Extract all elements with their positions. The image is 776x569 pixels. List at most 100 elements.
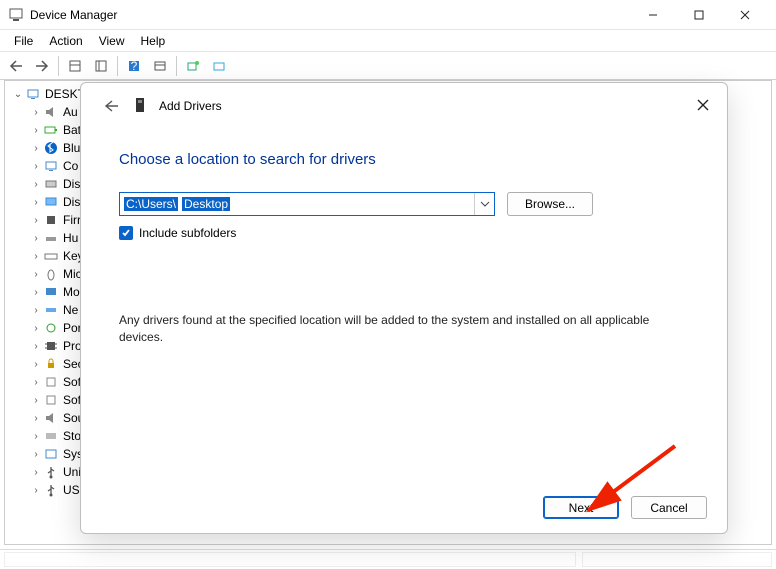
- titlebar: Device Manager: [0, 0, 776, 30]
- tree-item-label: Uni: [63, 465, 81, 479]
- mouse-icon: [43, 266, 59, 282]
- path-segment-b: Desktop: [182, 197, 230, 211]
- expand-icon[interactable]: ›: [29, 323, 43, 334]
- menu-help[interactable]: Help: [133, 32, 174, 50]
- include-subfolders-checkbox[interactable]: [119, 226, 133, 240]
- expand-icon[interactable]: ›: [29, 215, 43, 226]
- tree-item-label: Pro: [63, 339, 82, 353]
- expand-icon[interactable]: ›: [29, 233, 43, 244]
- expand-icon[interactable]: ›: [29, 467, 43, 478]
- computer-icon: [25, 86, 41, 102]
- bluetooth-icon: [43, 140, 59, 156]
- include-subfolders-label: Include subfolders: [139, 226, 236, 240]
- expand-icon[interactable]: ›: [29, 413, 43, 424]
- collapse-icon[interactable]: ⌄: [11, 89, 25, 100]
- disk-icon: [43, 176, 59, 192]
- network-icon: [43, 302, 59, 318]
- statusbar: [0, 549, 776, 569]
- window-title: Device Manager: [30, 8, 630, 22]
- chevron-down-icon[interactable]: [474, 193, 494, 215]
- tree-item-label: Bat: [63, 123, 81, 137]
- toolbar-btn-2[interactable]: [89, 54, 113, 78]
- tree-item-label: Por: [63, 321, 82, 335]
- tree-item-label: Sto: [63, 429, 81, 443]
- expand-icon[interactable]: ›: [29, 197, 43, 208]
- menubar: File Action View Help: [0, 30, 776, 52]
- help-button[interactable]: ?: [122, 54, 146, 78]
- display-icon: [43, 194, 59, 210]
- tree-item-label: Hu: [63, 231, 78, 245]
- driver-icon: [133, 96, 149, 116]
- svg-text:?: ?: [131, 59, 138, 73]
- expand-icon[interactable]: ›: [29, 251, 43, 262]
- software-icon: [43, 374, 59, 390]
- toolbar: ?: [0, 52, 776, 80]
- toolbar-btn-6[interactable]: [207, 54, 231, 78]
- tree-item-label: Mo: [63, 285, 80, 299]
- close-button[interactable]: [722, 0, 768, 30]
- tree-item-label: Au: [63, 105, 78, 119]
- expand-icon[interactable]: ›: [29, 287, 43, 298]
- dialog-close-button[interactable]: [691, 93, 715, 117]
- expand-icon[interactable]: ›: [29, 305, 43, 316]
- computer-icon: [43, 158, 59, 174]
- expand-icon[interactable]: ›: [29, 125, 43, 136]
- battery-icon: [43, 122, 59, 138]
- expand-icon[interactable]: ›: [29, 143, 43, 154]
- menu-action[interactable]: Action: [41, 32, 90, 50]
- add-drivers-dialog: Add Drivers Choose a location to search …: [80, 82, 728, 534]
- usb-icon: [43, 464, 59, 480]
- expand-icon[interactable]: ›: [29, 107, 43, 118]
- menu-view[interactable]: View: [91, 32, 133, 50]
- hid-icon: [43, 230, 59, 246]
- toolbar-btn-4[interactable]: [148, 54, 172, 78]
- scan-hardware-button[interactable]: [181, 54, 205, 78]
- path-segment-a: C:\Users\: [124, 197, 178, 211]
- expand-icon[interactable]: ›: [29, 395, 43, 406]
- forward-button[interactable]: [30, 54, 54, 78]
- expand-icon[interactable]: ›: [29, 485, 43, 496]
- tree-item-label: Ne: [63, 303, 78, 317]
- expand-icon[interactable]: ›: [29, 269, 43, 280]
- app-icon: [8, 7, 24, 23]
- firmware-icon: [43, 212, 59, 228]
- expand-icon[interactable]: ›: [29, 449, 43, 460]
- security-icon: [43, 356, 59, 372]
- cancel-button[interactable]: Cancel: [631, 496, 707, 519]
- dialog-title: Add Drivers: [159, 99, 222, 113]
- expand-icon[interactable]: ›: [29, 341, 43, 352]
- expand-icon[interactable]: ›: [29, 377, 43, 388]
- menu-file[interactable]: File: [6, 32, 41, 50]
- browse-button[interactable]: Browse...: [507, 192, 593, 216]
- monitor-icon: [43, 284, 59, 300]
- tree-item-label: Sof: [63, 375, 81, 389]
- tree-item-label: Firr: [63, 213, 81, 227]
- speaker-icon: [43, 104, 59, 120]
- expand-icon[interactable]: ›: [29, 161, 43, 172]
- tree-item-label: Co: [63, 159, 78, 173]
- maximize-button[interactable]: [676, 0, 722, 30]
- system-icon: [43, 446, 59, 462]
- chip-icon: [43, 338, 59, 354]
- tree-item-label: Blu: [63, 141, 80, 155]
- expand-icon[interactable]: ›: [29, 431, 43, 442]
- storage-icon: [43, 428, 59, 444]
- port-icon: [43, 320, 59, 336]
- path-combobox[interactable]: C:\Users\ Desktop: [119, 192, 495, 216]
- tree-item-label: Mic: [63, 267, 82, 281]
- tree-item-label: Sof: [63, 393, 81, 407]
- expand-icon[interactable]: ›: [29, 359, 43, 370]
- expand-icon[interactable]: ›: [29, 179, 43, 190]
- tree-item-label: Dis: [63, 177, 80, 191]
- toolbar-btn-1[interactable]: [63, 54, 87, 78]
- dialog-heading: Choose a location to search for drivers: [119, 151, 689, 168]
- usb-icon: [43, 482, 59, 498]
- next-button[interactable]: Next: [543, 496, 619, 519]
- dialog-back-button[interactable]: [97, 92, 125, 120]
- back-button[interactable]: [4, 54, 28, 78]
- sound-icon: [43, 410, 59, 426]
- software-icon: [43, 392, 59, 408]
- keyboard-icon: [43, 248, 59, 264]
- minimize-button[interactable]: [630, 0, 676, 30]
- dialog-description: Any drivers found at the specified locat…: [119, 312, 689, 346]
